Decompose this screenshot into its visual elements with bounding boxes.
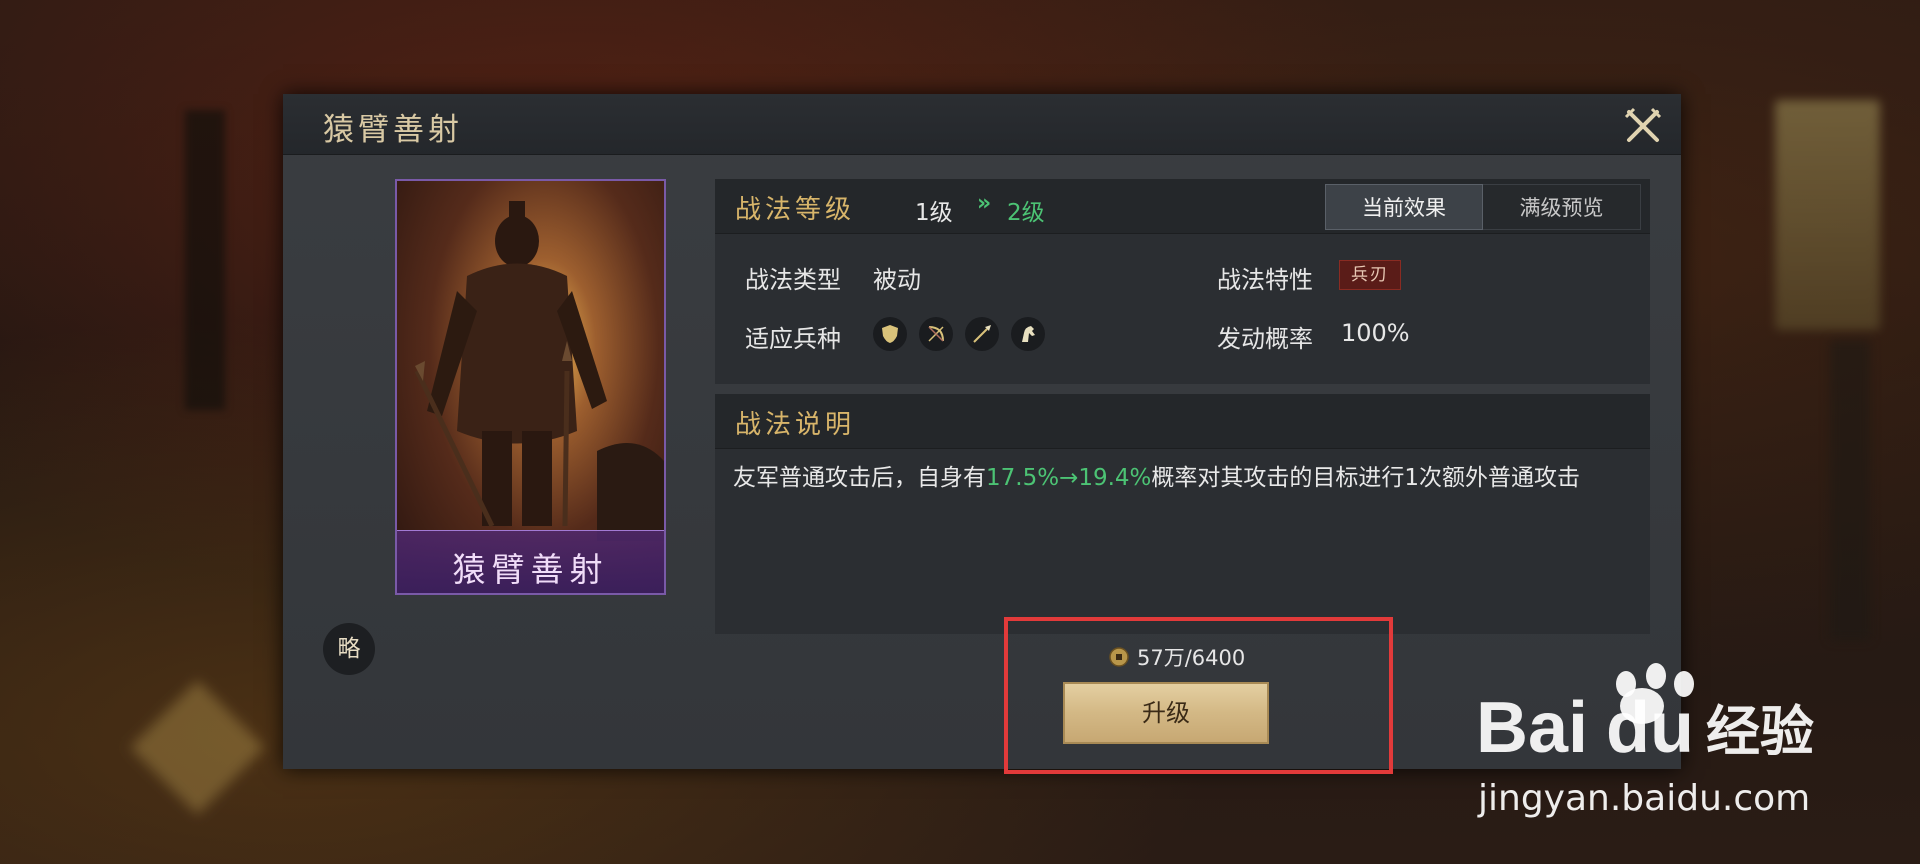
baidu-jingyan-logo: Bai du 经验 [1476,663,1814,768]
svg-text:经验: 经验 [1706,700,1814,763]
level-next: 2级 [1007,200,1045,226]
annotation-highlight-box [1004,617,1393,774]
shield-troop-icon [873,317,907,351]
strategy-badge: 略 [323,623,375,675]
level-arrow-icon: » [977,191,992,216]
tab-max-preview[interactable]: 满级预览 [1483,184,1641,230]
skill-description-panel: 战法说明 友军普通攻击后，自身有17.5%→19.4%概率对其攻击的目标进行1次… [715,394,1650,634]
skill-dialog: 猿臂善射 猿臂善射 略 战法等级 1级 » 2级 当前效果 满级预览 战法类型 … [283,94,1681,769]
background-diamond-decor [130,680,265,815]
level-label: 战法等级 [735,195,856,225]
warrior-portrait [414,201,664,541]
close-button[interactable] [1621,104,1665,148]
skill-type-value: 被动 [873,266,921,294]
trigger-chance-value: 100% [1341,319,1410,347]
skill-type-label: 战法类型 [745,266,841,294]
watermark-url: jingyan.baidu.com [1478,778,1811,819]
skill-trait-tag: 兵刃 [1339,260,1401,290]
tab-current-effect[interactable]: 当前效果 [1325,184,1483,230]
background-side-panel [1775,100,1880,330]
svg-text:Bai: Bai [1476,688,1588,768]
skill-info-panel: 战法等级 1级 » 2级 当前效果 满级预览 战法类型 被动 战法特性 兵刃 适… [715,179,1650,384]
spear-troop-icon [965,317,999,351]
card-name-band: 猿臂善射 [397,530,664,593]
description-title: 战法说明 [735,410,856,440]
dialog-header: 猿臂善射 [283,94,1681,155]
skill-trait-label: 战法特性 [1217,266,1313,294]
description-text: 友军普通攻击后，自身有17.5%→19.4%概率对其攻击的目标进行1次额外普通攻… [733,462,1633,494]
troops-label: 适应兵种 [745,325,841,353]
svg-text:du: du [1606,688,1694,768]
close-crossed-swords-icon [1624,107,1662,142]
dialog-title: 猿臂善射 [323,112,463,148]
skill-card: 猿臂善射 [395,179,666,595]
card-name: 猿臂善射 [452,550,609,589]
bow-troop-icon [919,317,953,351]
description-highlight: 17.5%→19.4% [986,465,1152,491]
description-post: 概率对其攻击的目标进行1次额外普通攻击 [1151,465,1581,491]
background-rail [185,110,225,410]
trigger-chance-label: 发动概率 [1217,325,1313,353]
cavalry-troop-icon [1011,317,1045,351]
description-header: 战法说明 [715,394,1650,449]
background-side-strip [1830,340,1870,640]
level-current: 1级 [915,200,953,226]
description-pre: 友军普通攻击后，自身有 [733,465,986,491]
level-header: 战法等级 1级 » 2级 当前效果 满级预览 [715,179,1650,234]
